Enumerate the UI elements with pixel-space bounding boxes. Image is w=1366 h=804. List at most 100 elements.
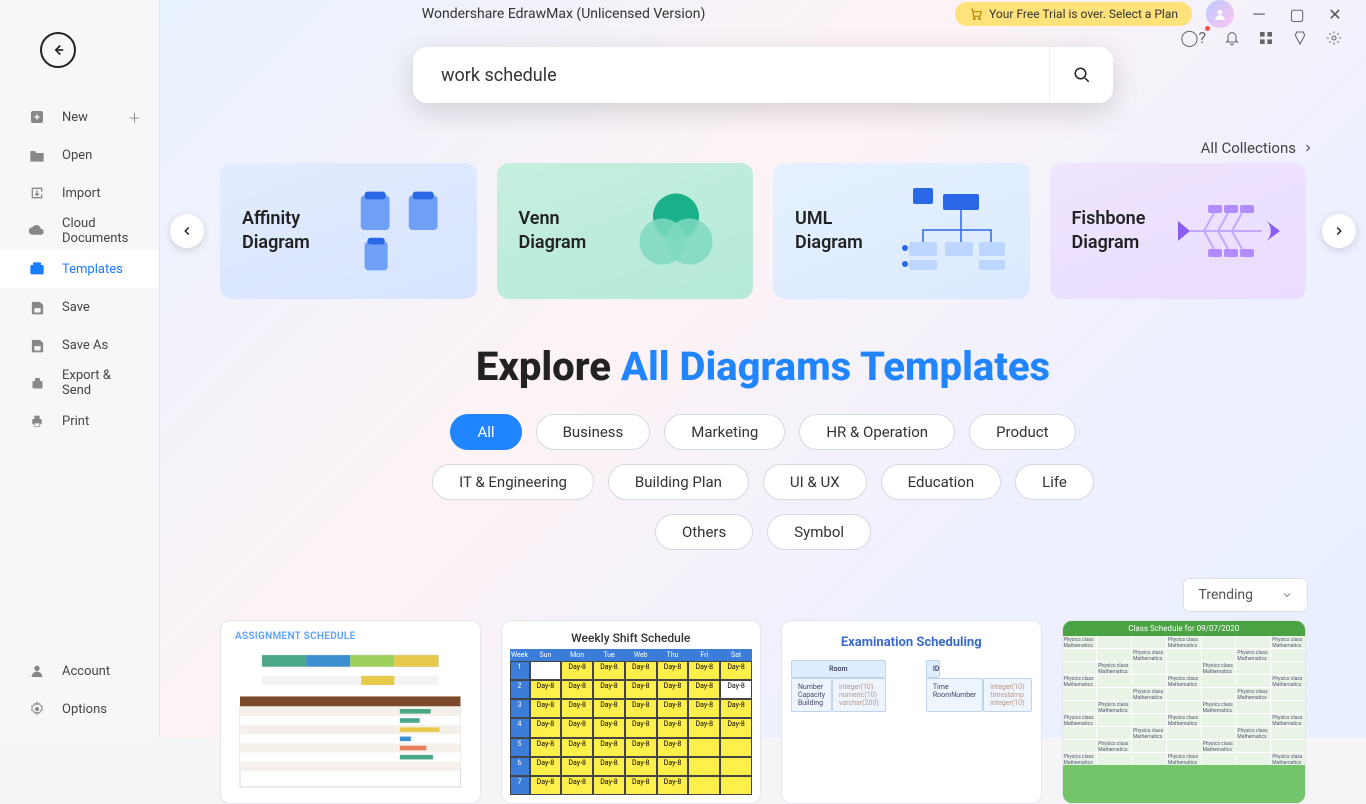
bell-icon[interactable] bbox=[1224, 30, 1240, 46]
help-icon[interactable]: ◯? bbox=[1181, 28, 1206, 47]
import-icon bbox=[28, 184, 46, 202]
save-icon bbox=[28, 298, 46, 316]
cloud-icon bbox=[28, 222, 46, 240]
filter-ui[interactable]: UI & UX bbox=[763, 464, 867, 500]
all-collections-link[interactable]: All Collections bbox=[160, 103, 1366, 163]
chevron-left-icon bbox=[180, 224, 194, 238]
sidebar-item-save[interactable]: Save bbox=[0, 288, 159, 326]
affinity-diagram-icon bbox=[352, 181, 455, 281]
sidebar-item-saveas[interactable]: Save As bbox=[0, 326, 159, 364]
sidebar-item-label: New bbox=[62, 110, 88, 125]
filter-it[interactable]: IT & Engineering bbox=[432, 464, 594, 500]
apps-icon[interactable] bbox=[1258, 30, 1274, 46]
template-thumbnail bbox=[229, 646, 472, 795]
template-thumbnail: Class Schedule for 09/07/2020 Physics cl… bbox=[1063, 621, 1306, 803]
filter-hr[interactable]: HR & Operation bbox=[799, 414, 955, 450]
arrow-left-icon bbox=[49, 41, 67, 59]
plus-icon[interactable]: ＋ bbox=[128, 108, 141, 127]
sidebar: New ＋ Open Import Cloud Documents Templa… bbox=[0, 0, 160, 738]
carousel-next-button[interactable] bbox=[1322, 214, 1356, 248]
filter-marketing[interactable]: Marketing bbox=[664, 414, 785, 450]
template-class-schedule[interactable]: Class Schedule for 09/07/2020 Physics cl… bbox=[1062, 620, 1307, 804]
theme-icon[interactable] bbox=[1292, 30, 1308, 46]
plus-square-icon bbox=[28, 108, 46, 126]
back-button[interactable] bbox=[40, 32, 76, 68]
collections-label: All Collections bbox=[1201, 139, 1296, 157]
filter-education[interactable]: Education bbox=[881, 464, 1002, 500]
sidebar-item-new[interactable]: New ＋ bbox=[0, 98, 159, 136]
chevron-down-icon bbox=[1281, 589, 1293, 601]
search-box bbox=[413, 47, 1113, 103]
category-uml[interactable]: UML Diagram bbox=[773, 163, 1030, 299]
export-icon bbox=[28, 374, 46, 392]
sidebar-item-label: Print bbox=[62, 414, 89, 429]
category-affinity[interactable]: Affinity Diagram bbox=[220, 163, 477, 299]
template-weekly-shift[interactable]: Weekly Shift Schedule WeekSunMonTueWebTh… bbox=[501, 620, 762, 804]
category-fishbone[interactable]: Fishbone Diagram bbox=[1050, 163, 1307, 299]
sidebar-item-options[interactable]: Options bbox=[0, 690, 159, 728]
template-title: Weekly Shift Schedule bbox=[571, 631, 690, 645]
fishbone-diagram-icon bbox=[1174, 181, 1284, 281]
main-heading: Explore All Diagrams Templates bbox=[160, 343, 1366, 390]
app-title: Wondershare EdrawMax (Unlicensed Version… bbox=[178, 6, 949, 22]
heading-pre: Explore bbox=[476, 343, 621, 390]
sidebar-item-export[interactable]: Export & Send bbox=[0, 364, 159, 402]
search-input[interactable] bbox=[441, 65, 1049, 86]
templates-icon bbox=[28, 260, 46, 278]
sidebar-item-label: Options bbox=[62, 702, 107, 717]
user-icon bbox=[28, 662, 46, 680]
sidebar-item-label: Cloud Documents bbox=[62, 216, 141, 246]
filter-all[interactable]: All bbox=[450, 414, 521, 450]
filter-others[interactable]: Others bbox=[655, 514, 753, 550]
maximize-button[interactable]: ▢ bbox=[1284, 5, 1310, 24]
filter-business[interactable]: Business bbox=[536, 414, 651, 450]
filter-product[interactable]: Product bbox=[969, 414, 1075, 450]
save-as-icon bbox=[28, 336, 46, 354]
trial-banner[interactable]: Your Free Trial is over. Select a Plan bbox=[955, 2, 1192, 26]
sidebar-item-label: Open bbox=[62, 148, 92, 163]
template-row: ASSIGNMENT SCHEDULE bbox=[160, 620, 1366, 804]
sidebar-item-account[interactable]: Account bbox=[0, 652, 159, 690]
filter-building[interactable]: Building Plan bbox=[608, 464, 749, 500]
folder-icon bbox=[28, 146, 46, 164]
avatar[interactable] bbox=[1206, 0, 1234, 28]
sidebar-item-import[interactable]: Import bbox=[0, 174, 159, 212]
search-icon bbox=[1073, 66, 1091, 84]
user-icon bbox=[1213, 7, 1227, 21]
sidebar-item-label: Export & Send bbox=[62, 368, 141, 398]
template-assignment-schedule[interactable]: ASSIGNMENT SCHEDULE bbox=[220, 620, 481, 804]
filter-symbol[interactable]: Symbol bbox=[767, 514, 871, 550]
template-title: Class Schedule for 09/07/2020 bbox=[1063, 621, 1306, 636]
cart-icon bbox=[969, 7, 983, 21]
template-thumbnail: WeekSunMonTueWebThuFriSat1Day-8Day-8Day-… bbox=[510, 649, 753, 795]
category-label: Venn Diagram bbox=[519, 207, 622, 256]
trial-label: Your Free Trial is over. Select a Plan bbox=[989, 7, 1178, 21]
sidebar-item-label: Account bbox=[62, 664, 110, 679]
sidebar-item-open[interactable]: Open bbox=[0, 136, 159, 174]
sort-select[interactable]: Trending bbox=[1183, 578, 1308, 612]
sidebar-item-templates[interactable]: Templates bbox=[0, 250, 159, 288]
sidebar-item-print[interactable]: Print bbox=[0, 402, 159, 440]
sidebar-item-label: Save As bbox=[62, 338, 108, 353]
settings-icon[interactable] bbox=[1326, 30, 1342, 46]
template-exam-scheduling[interactable]: Examination Scheduling Room Number Capac… bbox=[781, 620, 1042, 804]
sidebar-item-label: Templates bbox=[62, 262, 123, 277]
heading-accent: All Diagrams Templates bbox=[621, 343, 1050, 390]
category-label: UML Diagram bbox=[795, 207, 896, 256]
template-thumbnail: Room Number Capacity Building integer(10… bbox=[790, 660, 1033, 795]
filter-row: All Business Marketing HR & Operation Pr… bbox=[160, 414, 1366, 550]
sidebar-item-cloud[interactable]: Cloud Documents bbox=[0, 212, 159, 250]
toolbar-icons: ◯? bbox=[160, 28, 1366, 47]
sidebar-item-label: Save bbox=[62, 300, 90, 315]
close-button[interactable]: ✕ bbox=[1322, 5, 1348, 24]
category-label: Affinity Diagram bbox=[242, 207, 352, 256]
category-venn[interactable]: Venn Diagram bbox=[497, 163, 754, 299]
main-area: Wondershare EdrawMax (Unlicensed Version… bbox=[160, 0, 1366, 738]
filter-life[interactable]: Life bbox=[1015, 464, 1094, 500]
minimize-button[interactable]: ─ bbox=[1246, 4, 1272, 24]
search-button[interactable] bbox=[1049, 47, 1113, 103]
chevron-right-icon bbox=[1302, 142, 1314, 154]
uml-diagram-icon bbox=[896, 181, 1007, 281]
carousel-prev-button[interactable] bbox=[170, 214, 204, 248]
sort-value: Trending bbox=[1198, 587, 1253, 603]
